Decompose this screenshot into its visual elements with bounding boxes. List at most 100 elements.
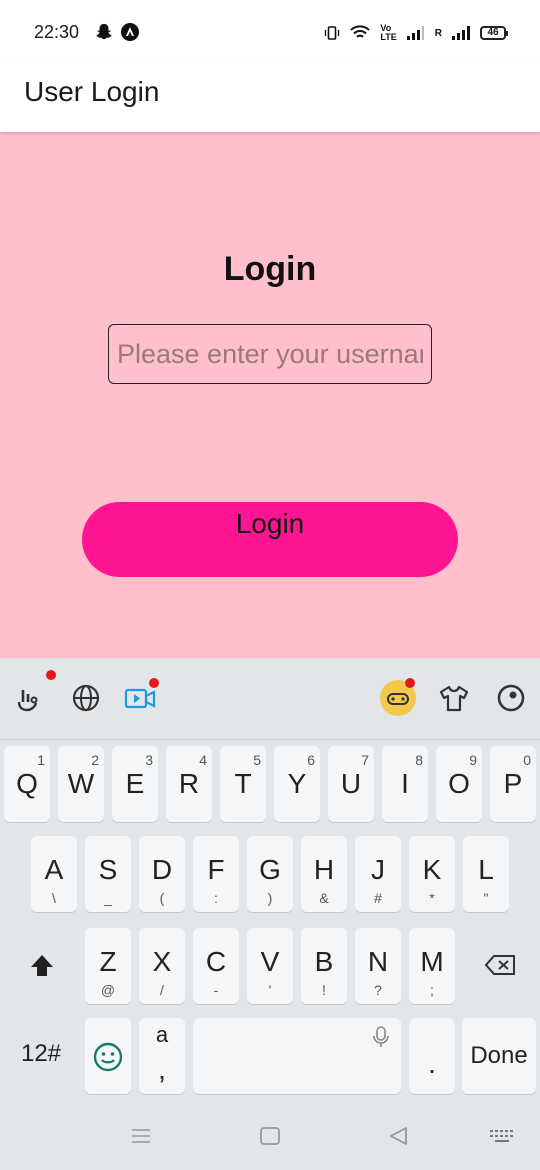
key-y[interactable]: Y6 — [274, 746, 320, 822]
key-sub: _ — [104, 890, 112, 906]
microphone-icon[interactable] — [373, 1026, 389, 1048]
roaming-label: R — [434, 27, 442, 39]
key-h[interactable]: H & — [301, 836, 347, 912]
key-label: C — [205, 946, 227, 977]
key-d[interactable]: D( — [139, 836, 185, 912]
key-sub: ( — [159, 890, 165, 906]
key-label: Q — [16, 768, 38, 799]
key-label: J — [371, 854, 385, 885]
key-s[interactable]: S _ — [85, 836, 131, 912]
key-i[interactable]: I8 — [382, 746, 428, 822]
key-q[interactable]: Q1 — [4, 746, 50, 822]
status-bar: 22:30 Vo LTE R 46 — [0, 0, 540, 64]
key-e[interactable]: E3 — [112, 746, 158, 822]
key-sub: ; — [430, 982, 434, 998]
space-key[interactable] — [193, 1018, 401, 1094]
key-m[interactable]: M; — [409, 928, 455, 1004]
key-j[interactable]: J # — [355, 836, 401, 912]
notification-dot — [149, 678, 159, 688]
backspace-icon — [484, 955, 515, 975]
key-k[interactable]: K * — [409, 836, 455, 912]
key-w[interactable]: W2 — [58, 746, 104, 822]
key-r[interactable]: R4 — [166, 746, 212, 822]
key-label: I — [401, 768, 409, 799]
key-label: L — [478, 854, 494, 885]
key-g[interactable]: G) — [247, 836, 293, 912]
key-label: U — [340, 768, 362, 799]
key-n[interactable]: N? — [355, 928, 401, 1004]
key-c[interactable]: C- — [193, 928, 239, 1004]
key-sub: ' — [268, 982, 272, 998]
key-label: O — [448, 768, 470, 799]
key-a[interactable]: A \ — [31, 836, 77, 912]
emoji-icon — [93, 1042, 123, 1072]
page-title: User Login — [24, 76, 160, 107]
key-label: D — [151, 854, 173, 885]
key-hint: 1 — [37, 752, 45, 768]
key-x[interactable]: X / — [139, 928, 185, 1004]
back-icon[interactable] — [388, 1126, 408, 1146]
status-time: 22:30 — [34, 22, 80, 42]
key-sub: \ — [52, 890, 56, 906]
comma-key[interactable]: a , — [139, 1018, 185, 1094]
key-label: E — [125, 768, 145, 799]
key-sub: * — [429, 890, 435, 906]
notification-dot — [46, 670, 56, 680]
key-o[interactable]: O9 — [436, 746, 482, 822]
key-label: F — [207, 854, 225, 885]
period-key[interactable]: . — [409, 1018, 455, 1094]
key-b[interactable]: B! — [301, 928, 347, 1004]
key-label: R — [178, 768, 200, 799]
signal-roaming-icon — [452, 26, 470, 40]
key-l[interactable]: L " — [463, 836, 509, 912]
key-sub: ! — [322, 982, 326, 998]
key-hint: 8 — [415, 752, 423, 768]
comma-key-sub: , — [158, 1054, 166, 1085]
system-nav-bar — [0, 1098, 540, 1170]
key-v[interactable]: V ' — [247, 928, 293, 1004]
key-label: T — [234, 768, 252, 799]
key-label: Z — [99, 946, 117, 977]
theme-shirt-icon[interactable] — [438, 682, 470, 714]
key-sub: & — [319, 890, 329, 906]
login-button[interactable]: Login — [82, 502, 458, 577]
key-hint: 4 — [199, 752, 207, 768]
key-hint: 7 — [361, 752, 369, 768]
key-sub: : — [214, 890, 218, 906]
key-u[interactable]: U7 — [328, 746, 374, 822]
assistant-icon[interactable] — [495, 682, 527, 714]
key-hint: 3 — [145, 752, 153, 768]
done-key[interactable]: Done — [462, 1018, 536, 1094]
comma-key-label: a — [155, 1022, 169, 1047]
vibrate-icon — [325, 26, 340, 40]
signal-icon — [406, 26, 424, 40]
key-f[interactable]: F: — [193, 836, 239, 912]
username-input[interactable] — [108, 324, 432, 384]
key-sub: @ — [100, 982, 116, 998]
key-sub: ) — [267, 890, 273, 906]
keyboard-hide-icon[interactable] — [489, 1129, 515, 1143]
recents-icon[interactable] — [131, 1128, 151, 1144]
period-key-label: . — [428, 1048, 436, 1079]
numbers-key[interactable]: 12# — [4, 1018, 78, 1094]
key-label: W — [67, 768, 95, 799]
key-sub: " — [483, 890, 489, 906]
key-label: H — [313, 854, 335, 885]
status-indicators: Vo LTE R 46 — [324, 22, 508, 44]
key-label: N — [367, 946, 389, 977]
soft-keyboard: Q1W2E3R4T5Y6U7I8O9P0 A \ S _ D(F: G) H & J # K * L " … — [0, 658, 540, 1170]
key-p[interactable]: P0 — [490, 746, 536, 822]
battery-icon: 46 — [480, 26, 508, 40]
emoji-key[interactable] — [85, 1018, 131, 1094]
backspace-key[interactable] — [462, 928, 536, 1004]
shift-key[interactable] — [4, 928, 78, 1004]
gesture-icon[interactable] — [14, 682, 46, 714]
login-heading: Login — [223, 250, 317, 288]
key-t[interactable]: T5 — [220, 746, 266, 822]
home-icon[interactable] — [260, 1127, 280, 1145]
key-hint: 6 — [307, 752, 315, 768]
key-z[interactable]: Z @ — [85, 928, 131, 1004]
key-label: A — [44, 854, 64, 885]
key-label: P — [503, 768, 523, 799]
globe-icon[interactable] — [70, 682, 102, 714]
